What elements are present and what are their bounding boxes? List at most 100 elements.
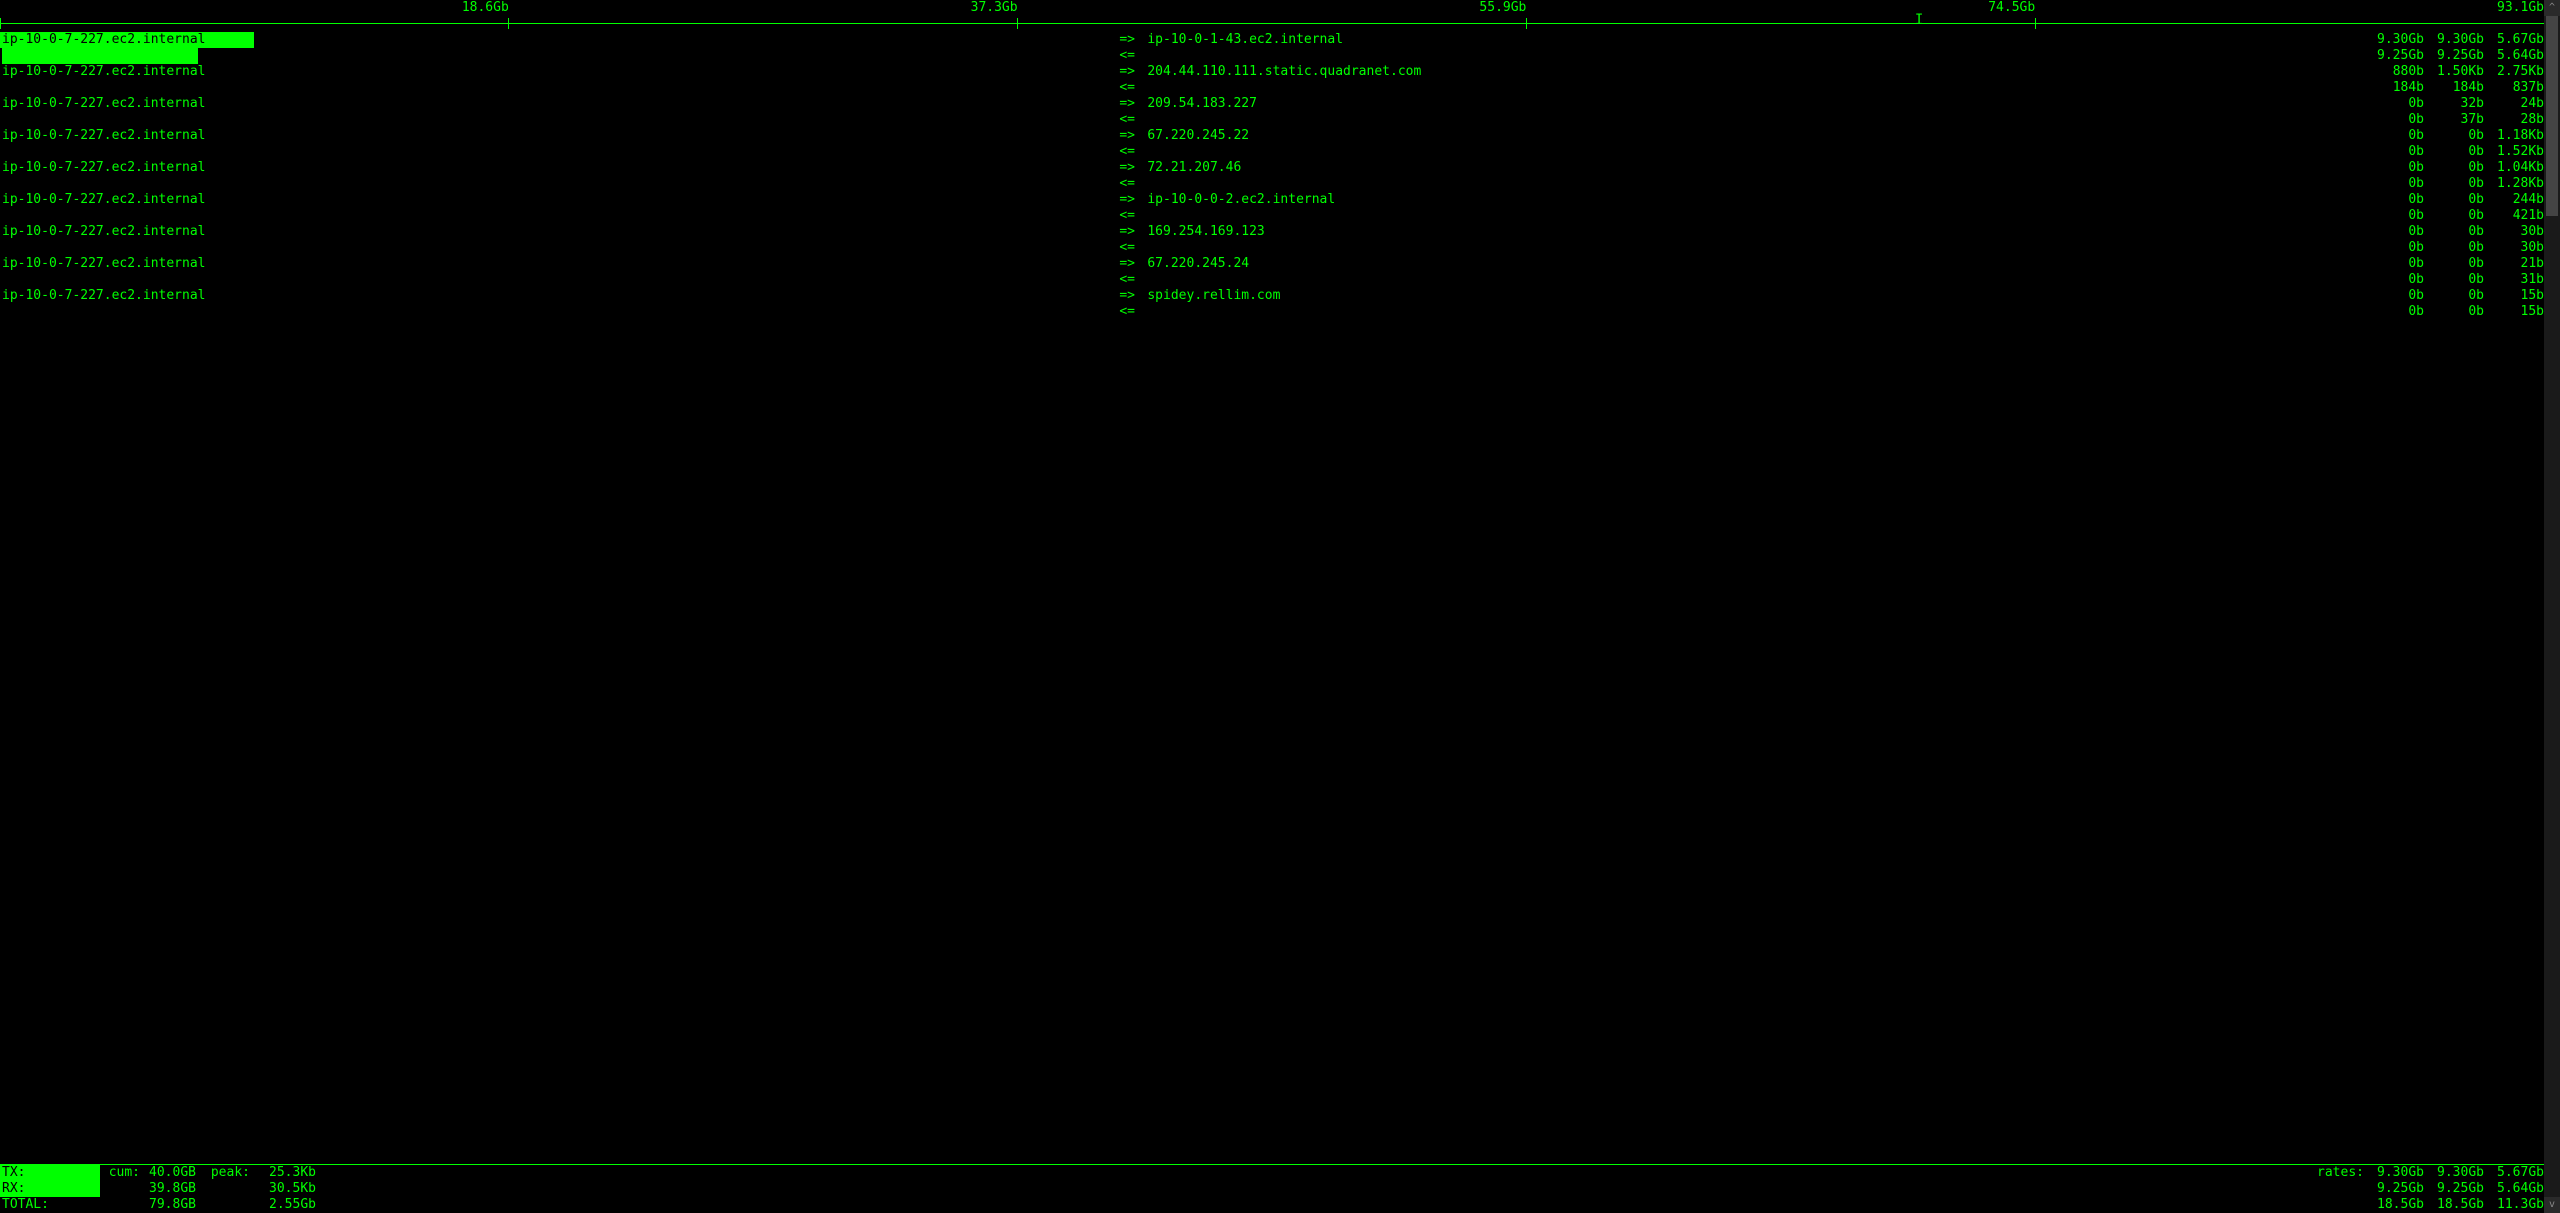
rx-rate-2: 0b	[2424, 176, 2484, 192]
scroll-down-icon[interactable]: v	[2544, 1197, 2560, 1213]
arrow-rx-icon: <=	[1119, 80, 1147, 96]
connection-row-tx[interactable]: ip-10-0-7-227.ec2.internal=>67.220.245.2…	[0, 128, 2544, 144]
connection-row-tx[interactable]: ip-10-0-7-227.ec2.internal=>169.254.169.…	[0, 224, 2544, 240]
connection-row-rx[interactable]: <=0b0b15b	[0, 304, 2544, 320]
arrow-tx-icon: =>	[1119, 32, 1147, 48]
rx-rate-3: 1.52Kb	[2484, 144, 2544, 160]
tx-rate-2: 32b	[2424, 96, 2484, 112]
source-host: ip-10-0-7-227.ec2.internal	[0, 256, 1119, 272]
vertical-scrollbar[interactable]: ^ v	[2544, 0, 2560, 1213]
connection-row-rx[interactable]: <=0b0b1.28Kb	[0, 176, 2544, 192]
tx-rate-2: 0b	[2424, 192, 2484, 208]
rx-rate-1: 184b	[2364, 80, 2424, 96]
source-host: ip-10-0-7-227.ec2.internal	[0, 96, 1119, 112]
summary-rx-row: RX: 39.8GB 30.5Kb 9.25Gb 9.25Gb 5.64Gb	[0, 1181, 2544, 1197]
tx-rate-2: 0b	[2424, 224, 2484, 240]
scale-tick	[0, 18, 1, 29]
rx-label: RX:	[0, 1181, 100, 1197]
rx-peak: 30.5Kb	[250, 1181, 320, 1197]
connection-row-rx[interactable]: <=0b37b28b	[0, 112, 2544, 128]
destination-host: ip-10-0-1-43.ec2.internal	[1147, 32, 2364, 48]
connection-row-rx[interactable]: <=9.25Gb9.25Gb5.64Gb	[0, 48, 2544, 64]
tx-rate-3: 15b	[2484, 288, 2544, 304]
arrow-rx-icon: <=	[1119, 176, 1147, 192]
destination-host: 67.220.245.24	[1147, 256, 2364, 272]
total-cum: 79.8GB	[140, 1197, 200, 1213]
tx-rate-2: 9.30Gb	[2424, 32, 2484, 48]
arrow-tx-icon: =>	[1119, 64, 1147, 80]
tx-rate-2: 9.30Gb	[2424, 1165, 2484, 1181]
tx-rate-1: 0b	[2364, 288, 2424, 304]
scale-label: 18.6Gb	[462, 0, 509, 16]
tx-rate-3: 1.04Kb	[2484, 160, 2544, 176]
summary-tx-row: TX: cum: 40.0GB peak: 25.3Kb rates: 9.30…	[0, 1165, 2544, 1181]
scale-baseline	[0, 23, 2544, 24]
scroll-thumb[interactable]	[2546, 16, 2558, 216]
tx-rate-3: 5.67Gb	[2484, 32, 2544, 48]
connection-list[interactable]: ip-10-0-7-227.ec2.internal=>ip-10-0-1-43…	[0, 32, 2544, 1164]
connection-row-rx[interactable]: <=0b0b1.52Kb	[0, 144, 2544, 160]
rates-label: rates:	[2304, 1165, 2364, 1181]
connection-row-tx[interactable]: ip-10-0-7-227.ec2.internal=>ip-10-0-0-2.…	[0, 192, 2544, 208]
rx-rate-1: 9.25Gb	[2364, 48, 2424, 64]
connection-row-tx[interactable]: ip-10-0-7-227.ec2.internal=>spidey.relli…	[0, 288, 2544, 304]
connection-row-tx[interactable]: ip-10-0-7-227.ec2.internal=>72.21.207.46…	[0, 160, 2544, 176]
rx-rate-1: 0b	[2364, 272, 2424, 288]
arrow-tx-icon: =>	[1119, 96, 1147, 112]
arrow-rx-icon: <=	[1119, 112, 1147, 128]
destination-host: spidey.rellim.com	[1147, 288, 2364, 304]
rx-rate-2: 0b	[2424, 208, 2484, 224]
tx-rate-1: 0b	[2364, 224, 2424, 240]
tx-rate-1: 0b	[2364, 96, 2424, 112]
cum-label: cum:	[100, 1165, 140, 1181]
rx-rate-3: 1.28Kb	[2484, 176, 2544, 192]
source-host: ip-10-0-7-227.ec2.internal	[0, 192, 1119, 208]
source-host: ip-10-0-7-227.ec2.internal	[0, 160, 1119, 176]
rx-rate-2: 0b	[2424, 240, 2484, 256]
rx-rate-2: 0b	[2424, 144, 2484, 160]
rx-rate-3: 30b	[2484, 240, 2544, 256]
connection-row-tx[interactable]: ip-10-0-7-227.ec2.internal=>209.54.183.2…	[0, 96, 2544, 112]
arrow-rx-icon: <=	[1119, 240, 1147, 256]
scale-tick	[2035, 18, 2036, 29]
connection-row-rx[interactable]: <=184b184b837b	[0, 80, 2544, 96]
summary-total-row: TOTAL: 79.8GB 2.55Gb 18.5Gb 18.5Gb 11.3G…	[0, 1197, 2544, 1213]
connection-row-rx[interactable]: <=0b0b31b	[0, 272, 2544, 288]
bandwidth-scale: 18.6Gb37.3Gb55.9Gb74.5Gb93.1Gb	[0, 0, 2544, 32]
tx-rate-1: 0b	[2364, 192, 2424, 208]
tx-rate-2: 0b	[2424, 256, 2484, 272]
connection-row-tx[interactable]: ip-10-0-7-227.ec2.internal=>204.44.110.1…	[0, 64, 2544, 80]
tx-rate-3: 2.75Kb	[2484, 64, 2544, 80]
rx-rate-1: 0b	[2364, 240, 2424, 256]
total-rate-3: 11.3Gb	[2484, 1197, 2544, 1213]
arrow-rx-icon: <=	[1119, 304, 1147, 320]
destination-host: 72.21.207.46	[1147, 160, 2364, 176]
rx-rate-2: 0b	[2424, 304, 2484, 320]
arrow-tx-icon: =>	[1119, 288, 1147, 304]
connection-row-rx[interactable]: <=0b0b30b	[0, 240, 2544, 256]
arrow-tx-icon: =>	[1119, 192, 1147, 208]
connection-row-tx[interactable]: ip-10-0-7-227.ec2.internal=>67.220.245.2…	[0, 256, 2544, 272]
arrow-rx-icon: <=	[1119, 144, 1147, 160]
tx-rate-1: 9.30Gb	[2364, 1165, 2424, 1181]
rx-cum: 39.8GB	[140, 1181, 200, 1197]
rx-rate-2: 9.25Gb	[2424, 48, 2484, 64]
peak-label: peak:	[200, 1165, 250, 1181]
tx-rate-3: 21b	[2484, 256, 2544, 272]
source-host: ip-10-0-7-227.ec2.internal	[0, 224, 1119, 240]
destination-host: 169.254.169.123	[1147, 224, 2364, 240]
rx-rate-1: 9.25Gb	[2364, 1181, 2424, 1197]
tx-rate-1: 9.30Gb	[2364, 32, 2424, 48]
scale-tick	[1526, 18, 1527, 29]
total-label: TOTAL:	[0, 1197, 100, 1213]
summary-panel: TX: cum: 40.0GB peak: 25.3Kb rates: 9.30…	[0, 1165, 2544, 1213]
scroll-up-icon[interactable]: ^	[2544, 0, 2560, 16]
destination-host: ip-10-0-0-2.ec2.internal	[1147, 192, 2364, 208]
arrow-rx-icon: <=	[1119, 208, 1147, 224]
connection-row-rx[interactable]: <=0b0b421b	[0, 208, 2544, 224]
rx-rate-3: 15b	[2484, 304, 2544, 320]
scale-tick	[1017, 18, 1018, 29]
rx-rate-3: 421b	[2484, 208, 2544, 224]
connection-row-tx[interactable]: ip-10-0-7-227.ec2.internal=>ip-10-0-1-43…	[0, 32, 2544, 48]
total-peak: 2.55Gb	[250, 1197, 320, 1213]
